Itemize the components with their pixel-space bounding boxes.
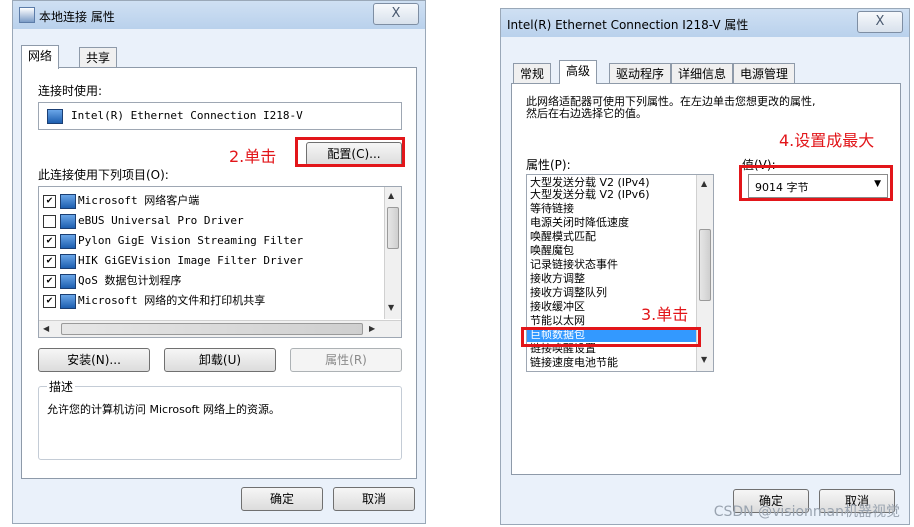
tab-details[interactable]: 详细信息: [671, 63, 734, 84]
client-icon: [60, 193, 76, 209]
h-scroll-thumb[interactable]: [61, 323, 363, 335]
scroll-up-icon[interactable]: ▲: [701, 179, 707, 188]
step4-annotation: 4.设置成最大: [779, 131, 875, 150]
property-item[interactable]: 接收方调整: [530, 273, 585, 284]
uninstall-button[interactable]: 卸载(U): [164, 348, 276, 372]
close-button[interactable]: X: [857, 11, 903, 33]
checkbox[interactable]: ✔: [43, 294, 56, 308]
network-icon: [19, 7, 35, 23]
adapter-name: Intel(R) Ethernet Connection I218-V: [71, 109, 303, 122]
list-item-label: QoS 数据包计划程序: [78, 274, 182, 287]
value-highlight: [739, 165, 893, 201]
csdn-watermark: CSDN @visionman机器视觉: [713, 504, 900, 520]
scroll-right-icon[interactable]: ▶: [369, 324, 375, 333]
checkbox[interactable]: ✔: [43, 254, 56, 268]
configure-highlight: [295, 137, 405, 167]
adapter-icon: [47, 109, 63, 124]
scroll-up-icon[interactable]: ▲: [388, 191, 394, 200]
intro-text-line2: 然后在右边选择它的值。: [526, 107, 647, 120]
list-item[interactable]: ✔ HIK GiGEVision Image Filter Driver: [43, 251, 303, 271]
tab-power-management[interactable]: 电源管理: [733, 63, 796, 84]
property-highlight: [521, 327, 701, 347]
property-item[interactable]: 电源关闭时降低速度: [530, 217, 629, 228]
checkbox[interactable]: [43, 214, 56, 228]
network-tab-panel: 连接时使用: Intel(R) Ethernet Connection I218…: [21, 67, 417, 479]
tab-general[interactable]: 常规: [513, 63, 552, 84]
property-item[interactable]: 记录链接状态事件: [530, 259, 618, 270]
tab-sharing[interactable]: 共享: [79, 47, 118, 68]
property-item[interactable]: 接收方调整队列: [530, 287, 607, 298]
property-item[interactable]: 节能以太网: [530, 315, 585, 326]
description-text: 允许您的计算机访问 Microsoft 网络上的资源。: [47, 403, 281, 416]
qos-icon: [60, 273, 76, 289]
properties-button[interactable]: 属性(R): [290, 348, 402, 372]
list-item[interactable]: ✔ Microsoft 网络的文件和打印机共享: [43, 291, 265, 311]
scroll-thumb[interactable]: [387, 207, 399, 249]
property-item[interactable]: 等待链接: [530, 203, 574, 214]
checkbox[interactable]: ✔: [43, 234, 56, 248]
list-item[interactable]: ✔ Pylon GigE Vision Streaming Filter: [43, 231, 303, 251]
install-button[interactable]: 安装(N)...: [38, 348, 150, 372]
dialog-title: Intel(R) Ethernet Connection I218-V 属性: [507, 18, 749, 32]
list-item-label: Microsoft 网络的文件和打印机共享: [78, 294, 266, 307]
scroll-down-icon[interactable]: ▼: [701, 355, 707, 364]
driver-icon: [60, 233, 76, 249]
property-item[interactable]: 大型发送分载 V2 (IPv4): [530, 177, 650, 188]
list-item-label: Pylon GigE Vision Streaming Filter: [78, 234, 304, 247]
property-item[interactable]: 唤醒魔包: [530, 245, 574, 256]
items-label: 此连接使用下列项目(O):: [38, 168, 169, 182]
description-label: 描述: [47, 378, 76, 395]
items-list[interactable]: ✔ Microsoft 网络客户端 eBUS Universal Pro Driv…: [38, 186, 402, 338]
property-label: 属性(P):: [526, 158, 571, 172]
property-item[interactable]: 接收缓冲区: [530, 301, 585, 312]
property-item[interactable]: 唤醒模式匹配: [530, 231, 596, 242]
driver-icon: [60, 253, 76, 269]
title-bar: Intel(R) Ethernet Connection I218-V 属性 X: [501, 9, 909, 37]
tab-network[interactable]: 网络: [21, 45, 60, 69]
step3-annotation: 3.单击: [641, 305, 689, 324]
list-item-label: Microsoft 网络客户端: [78, 194, 200, 207]
tab-driver[interactable]: 驱动程序: [609, 63, 672, 84]
list-item[interactable]: ✔ Microsoft 网络客户端: [43, 191, 199, 211]
list-item-label: eBUS Universal Pro Driver: [78, 214, 244, 227]
dialog-title: 本地连接 属性: [39, 10, 115, 24]
file-sharing-icon: [60, 293, 76, 309]
description-group: 描述 允许您的计算机访问 Microsoft 网络上的资源。: [38, 378, 402, 460]
horizontal-scrollbar[interactable]: ◀ ▶: [39, 320, 401, 337]
list-item-label: HIK GiGEVision Image Filter Driver: [78, 254, 304, 267]
cancel-button[interactable]: 取消: [333, 487, 415, 511]
scroll-down-icon[interactable]: ▼: [388, 303, 394, 312]
vertical-scrollbar[interactable]: ▲ ▼: [384, 187, 401, 319]
local-connection-properties-dialog: 本地连接 属性 X 网络 共享 连接时使用: Intel(R) Ethernet…: [12, 0, 426, 524]
adapter-properties-dialog: Intel(R) Ethernet Connection I218-V 属性 X…: [500, 8, 910, 525]
property-item[interactable]: 链接速度电池节能: [530, 357, 618, 368]
checkbox[interactable]: ✔: [43, 194, 56, 208]
title-bar: 本地连接 属性 X: [13, 1, 425, 29]
list-item[interactable]: ✔ QoS 数据包计划程序: [43, 271, 182, 291]
scroll-thumb[interactable]: [699, 229, 711, 301]
list-item[interactable]: eBUS Universal Pro Driver: [43, 211, 244, 231]
driver-icon: [60, 213, 76, 229]
close-button[interactable]: X: [373, 3, 419, 25]
property-item[interactable]: 大型发送分载 V2 (IPv6): [530, 189, 650, 200]
connect-using-label: 连接时使用:: [38, 84, 103, 98]
step2-annotation: 2.单击: [229, 147, 277, 166]
ok-button[interactable]: 确定: [241, 487, 323, 511]
adapter-box: Intel(R) Ethernet Connection I218-V: [38, 102, 402, 130]
tab-advanced[interactable]: 高级: [559, 60, 598, 84]
scroll-left-icon[interactable]: ◀: [43, 324, 49, 333]
checkbox[interactable]: ✔: [43, 274, 56, 288]
